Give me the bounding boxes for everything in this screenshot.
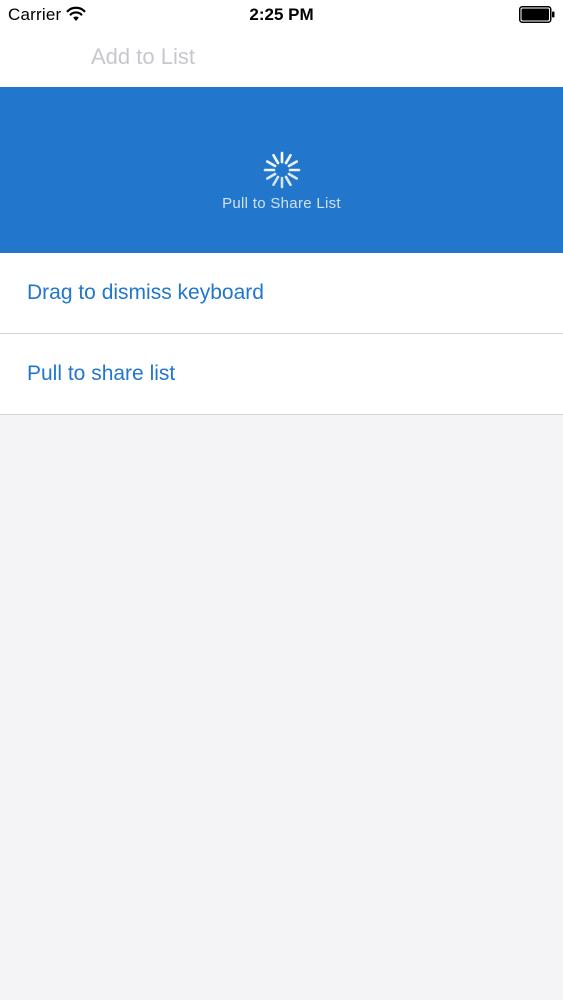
pull-to-share-label: Pull to Share List [222,195,341,212]
add-to-list-input[interactable] [76,38,511,76]
status-bar: Carrier 2:25 PM [0,0,563,30]
battery-icon [519,6,555,23]
header-area: Carrier 2:25 PM [0,0,563,87]
list-item-dismiss-keyboard[interactable]: Drag to dismiss keyboard [0,253,563,334]
options-list: Drag to dismiss keyboard Pull to share l… [0,253,563,415]
list-item-share-list[interactable]: Pull to share list [0,334,563,415]
app-screen: Carrier 2:25 PM Add to List Pull to Shar… [0,0,563,1000]
spinner-icon [263,151,301,189]
status-time: 2:25 PM [249,5,314,24]
list-item-label: Pull to share list [27,362,176,385]
list-item-label: Drag to dismiss keyboard [27,281,264,304]
